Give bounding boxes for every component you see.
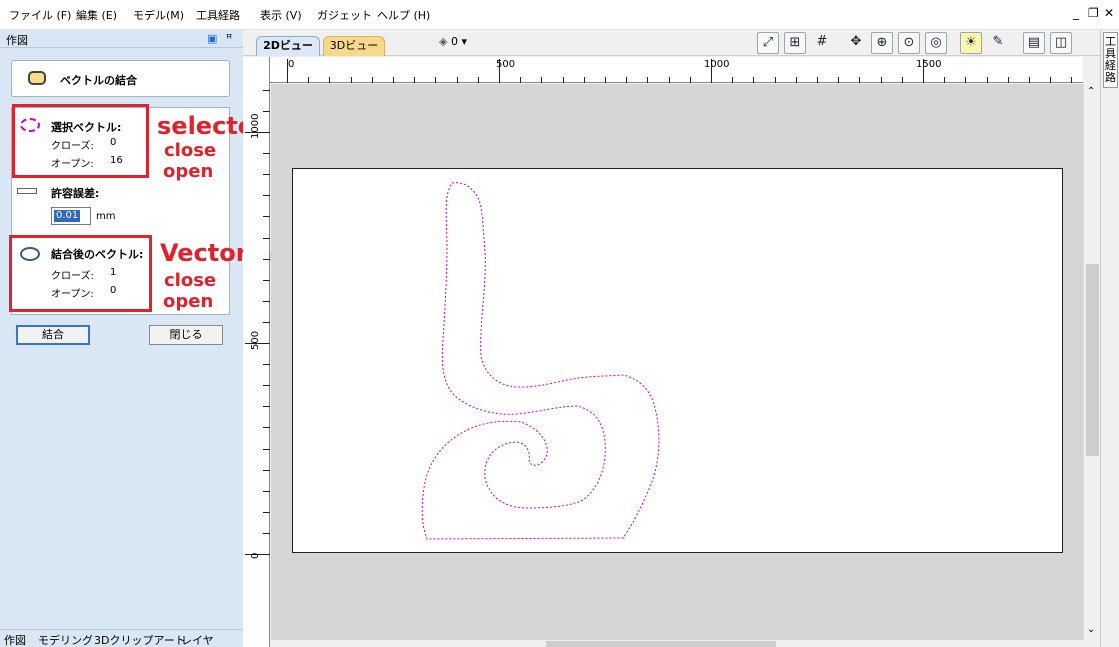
menu-view[interactable]: 表示 (V) bbox=[260, 7, 302, 23]
selected-close-label: クローズ: bbox=[51, 141, 94, 152]
tab-3d-view[interactable]: 3Dビュー bbox=[323, 36, 385, 56]
bottom-tabs: 作図 モデリング 3Dクリップアート レイヤ bbox=[0, 629, 243, 647]
result-close-value: 1 bbox=[110, 267, 117, 278]
ruler-h-label-500: 500 bbox=[496, 59, 516, 70]
vertical-scroll-thumb[interactable] bbox=[1086, 264, 1099, 456]
panel-header: 作図 ▣ ꟸ bbox=[0, 30, 243, 48]
horizontal-ruler-ticks bbox=[287, 59, 1072, 83]
lightbulb-icon[interactable]: ☀ bbox=[960, 32, 982, 54]
ruler-v-label-500: 500 bbox=[250, 330, 261, 350]
dock-icon[interactable]: ▣ bbox=[207, 32, 217, 45]
minimize-button[interactable]: _ bbox=[1073, 6, 1079, 20]
zoom-out-icon[interactable]: ◎ bbox=[925, 32, 947, 54]
pan-icon[interactable]: ✥ bbox=[845, 32, 867, 54]
panel-title: 作図 bbox=[6, 34, 28, 47]
horizontal-scrollbar[interactable] bbox=[271, 640, 1083, 647]
selected-vectors-label: 選択ベクトル: bbox=[51, 121, 122, 134]
ruler-h-label-1000: 1000 bbox=[704, 59, 730, 70]
drawing-canvas[interactable] bbox=[271, 84, 1083, 640]
layout-icon[interactable]: ▤ bbox=[1023, 32, 1045, 54]
layer-selector[interactable]: ◈ 0 ▾ bbox=[439, 35, 467, 48]
grid-icon[interactable]: # bbox=[811, 32, 833, 54]
vertical-ruler: 1000 500 0 bbox=[243, 57, 270, 647]
menu-edit[interactable]: 編集 (E) bbox=[76, 7, 117, 23]
ruler-h-label-1500: 1500 bbox=[916, 59, 942, 70]
close-window-button[interactable]: ✕ bbox=[1104, 6, 1114, 20]
selected-close-value: 0 bbox=[110, 137, 117, 148]
selected-vector-icon bbox=[20, 118, 40, 132]
result-open-value: 0 bbox=[110, 285, 117, 296]
menu-bar: ファイル (F) 編集 (E) モデル(M) 工具経路 表示 (V) ガジェット… bbox=[0, 0, 1119, 30]
ruler-v-label-1000: 1000 bbox=[250, 113, 261, 139]
pin-icon[interactable]: ꟸ bbox=[226, 32, 232, 45]
tolerance-unit: mm bbox=[96, 211, 116, 222]
restore-button[interactable]: ❐ bbox=[1088, 6, 1099, 20]
right-dock: 工具経路 bbox=[1100, 30, 1119, 647]
scroll-up-icon[interactable]: ⌃ bbox=[1087, 86, 1095, 97]
menu-model[interactable]: モデル(M) bbox=[133, 7, 184, 23]
annotation-selected-open: open bbox=[163, 161, 214, 182]
vector-drawing bbox=[421, 182, 660, 540]
tool-title: ベクトルの結合 bbox=[11, 60, 230, 97]
close-panel-button[interactable]: 閉じる bbox=[149, 325, 223, 345]
zoom-extents-icon[interactable]: ⤢ bbox=[757, 32, 779, 54]
tab-modeling[interactable]: モデリング bbox=[38, 632, 93, 647]
view-toolbar: 2Dビュー 3Dビュー ◈ 0 ▾ ⤢ ⊞ # ✥ ⊕ ⊙ ◎ ☀ ✎ ▤ ◫ bbox=[243, 30, 1100, 56]
menu-gadgets[interactable]: ガジェット bbox=[317, 7, 372, 23]
annotation-result-close: close bbox=[164, 270, 217, 291]
horizontal-scroll-thumb[interactable] bbox=[546, 641, 776, 647]
layer-icon: ◈ bbox=[439, 35, 448, 48]
tab-toolpaths[interactable]: 工具経路 bbox=[1103, 32, 1118, 88]
zoom-window-icon[interactable]: ⊕ bbox=[871, 32, 893, 54]
tolerance-label: 許容誤差: bbox=[51, 187, 100, 200]
tab-2d-view[interactable]: 2Dビュー bbox=[256, 36, 320, 56]
zoom-in-icon[interactable]: ⊙ bbox=[898, 32, 920, 54]
menu-file[interactable]: ファイル (F) bbox=[9, 7, 71, 23]
tab-layers[interactable]: レイヤ bbox=[181, 632, 214, 647]
split-view-icon[interactable]: ◫ bbox=[1050, 32, 1072, 54]
selected-open-label: オープン: bbox=[51, 159, 94, 170]
result-vectors-label: 結合後のベクトル: bbox=[51, 248, 144, 261]
vertical-scrollbar[interactable]: ⌃ ⌄ bbox=[1083, 84, 1100, 640]
selected-open-value: 16 bbox=[110, 155, 123, 166]
result-close-label: クローズ: bbox=[51, 271, 94, 282]
ruler-v-label-0: 0 bbox=[250, 552, 261, 559]
scroll-down-icon[interactable]: ⌄ bbox=[1087, 624, 1095, 635]
chevron-down-icon: ▾ bbox=[461, 35, 467, 48]
tab-drawing[interactable]: 作図 bbox=[4, 632, 26, 647]
ruler-h-label-0: 0 bbox=[288, 59, 295, 70]
tool-title-label: ベクトルの結合 bbox=[60, 74, 137, 87]
layer-value: 0 bbox=[450, 35, 458, 48]
join-button[interactable]: 結合 bbox=[16, 325, 90, 345]
snap-icon[interactable]: ⊞ bbox=[784, 32, 806, 54]
brush-icon[interactable]: ✎ bbox=[987, 32, 1009, 54]
menu-help[interactable]: ヘルプ (H) bbox=[377, 7, 430, 23]
join-vectors-icon bbox=[28, 71, 46, 85]
tab-clipart[interactable]: 3Dクリップアート bbox=[94, 632, 186, 647]
ruler-icon bbox=[17, 188, 37, 194]
result-vector-icon bbox=[20, 247, 40, 261]
tolerance-value: 0.01 bbox=[54, 210, 81, 222]
joined-vector[interactable] bbox=[421, 182, 660, 540]
horizontal-ruler: 0 500 1000 1500 bbox=[270, 57, 1083, 83]
drawing-panel: 作図 ▣ ꟸ ベクトルの結合 選択ベクトル: クローズ: 0 オープン: 16 … bbox=[0, 30, 418, 647]
result-open-label: オープン: bbox=[51, 289, 94, 300]
annotation-selected-close: close bbox=[164, 140, 217, 161]
menu-toolpaths[interactable]: 工具経路 bbox=[196, 7, 240, 23]
annotation-result-open: open bbox=[163, 291, 214, 312]
tolerance-input[interactable]: 0.01 bbox=[51, 207, 91, 225]
